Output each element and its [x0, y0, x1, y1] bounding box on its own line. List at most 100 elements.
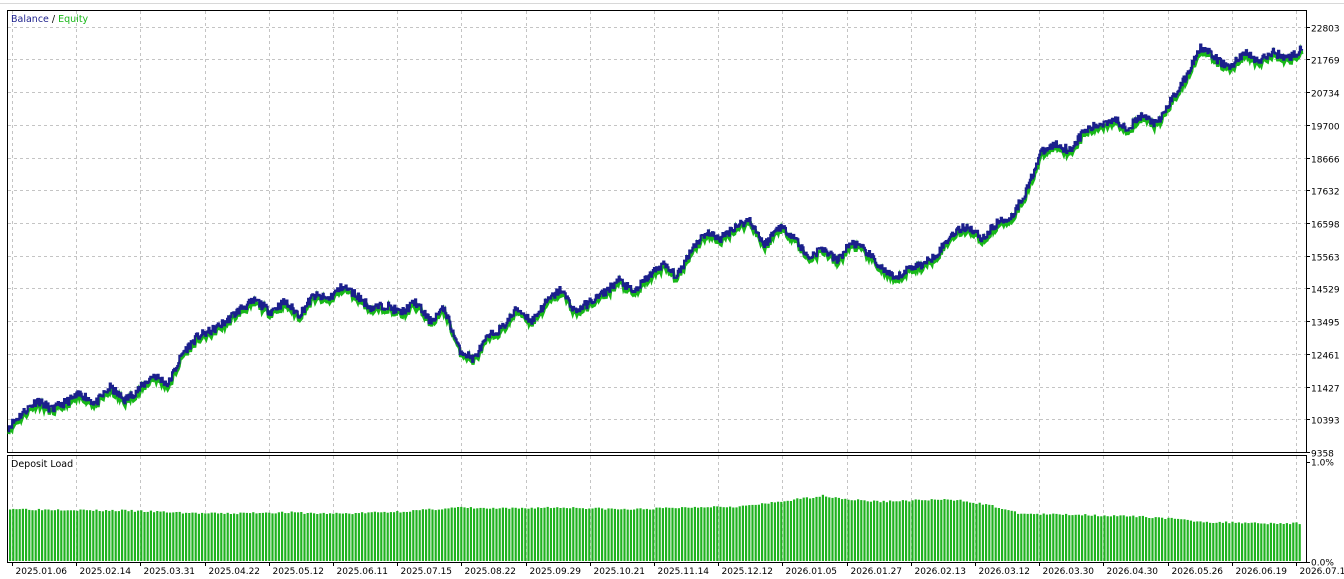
deposit-bar: [799, 499, 801, 561]
deposit-bar: [367, 512, 369, 561]
deposit-bar: [1177, 519, 1179, 561]
deposit-bar: [92, 511, 94, 561]
deposit-bar: [1004, 509, 1006, 561]
deposit-bar: [793, 500, 795, 562]
deposit-bar: [838, 498, 840, 561]
deposit-bar: [1107, 516, 1109, 561]
deposit-bar: [217, 514, 219, 562]
deposit-bar: [819, 497, 821, 561]
deposit-bar: [134, 512, 136, 561]
deposit-bar: [57, 509, 59, 561]
deposit-bar: [83, 510, 85, 561]
deposit-bar: [873, 501, 875, 562]
deposit-bar: [441, 509, 443, 561]
deposit-bar: [227, 513, 229, 561]
deposit-bar: [399, 513, 401, 562]
deposit-bar: [713, 506, 715, 561]
deposit-bar: [1164, 519, 1166, 561]
legend-equity: Equity: [58, 14, 88, 25]
deposit-bar: [1145, 517, 1147, 561]
deposit-bar: [1158, 517, 1160, 561]
deposit-bar: [387, 513, 389, 561]
deposit-bar: [1036, 514, 1038, 561]
deposit-bar: [1235, 523, 1237, 561]
x-tick-label: 2026.07.17: [1300, 567, 1344, 575]
deposit-bar: [313, 513, 315, 561]
deposit-bar: [51, 510, 53, 561]
deposit-bar: [214, 513, 216, 561]
deposit-bar: [588, 509, 590, 562]
deposit-bar: [396, 511, 398, 561]
deposit-bar: [415, 510, 417, 561]
deposit-bar: [284, 513, 286, 561]
deposit-bar: [1094, 515, 1096, 561]
main-y-tick-label: 17632: [1311, 188, 1340, 198]
deposit-bar: [479, 508, 481, 561]
deposit-bar: [729, 507, 731, 561]
deposit-bar: [1129, 516, 1131, 561]
x-tick-label: 2026.02.13: [915, 567, 967, 575]
deposit-bar: [505, 508, 507, 561]
x-tick-label: 2025.07.15: [401, 567, 453, 575]
deposit-bar: [451, 508, 453, 562]
deposit-bar: [815, 497, 817, 561]
deposit-bar: [447, 508, 449, 561]
deposit-bar: [358, 513, 360, 561]
deposit-bar: [703, 508, 705, 562]
deposit-bar: [518, 509, 520, 561]
deposit-bar: [1033, 514, 1035, 561]
deposit-bar: [300, 512, 302, 561]
deposit-bar: [761, 503, 763, 561]
deposit-bar: [1043, 514, 1045, 562]
deposit-bar: [409, 512, 411, 561]
deposit-bar: [646, 509, 648, 561]
deposit-bar: [172, 512, 174, 561]
deposit-bar: [230, 514, 232, 561]
deposit-bar: [748, 505, 750, 561]
deposit-bar: [1046, 515, 1048, 561]
deposit-bar: [41, 510, 43, 561]
deposit-bar: [758, 505, 760, 561]
deposit-bar: [1183, 519, 1185, 561]
main-y-tick-label: 19700: [1311, 123, 1340, 133]
deposit-bar: [979, 503, 981, 561]
deposit-bar: [31, 510, 33, 561]
deposit-bar: [803, 498, 805, 561]
deposit-bar: [895, 501, 897, 561]
deposit-bar: [1007, 510, 1009, 561]
deposit-bar: [879, 502, 881, 561]
deposit-bar: [383, 512, 385, 561]
deposit-bar: [425, 510, 427, 562]
deposit-bar: [691, 508, 693, 561]
deposit-bar: [835, 497, 837, 561]
deposit-bar: [1023, 514, 1025, 561]
deposit-bar: [275, 513, 277, 561]
deposit-bar: [796, 498, 798, 561]
deposit-bar: [547, 507, 549, 561]
deposit-bar: [233, 514, 235, 562]
deposit-bar: [601, 508, 603, 561]
deposit-bar: [1049, 514, 1051, 561]
deposit-bar: [697, 508, 699, 561]
deposit-bar: [131, 510, 133, 561]
deposit-bar: [345, 513, 347, 561]
deposit-bar: [1199, 521, 1201, 561]
deposit-bar: [105, 510, 107, 561]
x-tick-label: 2025.08.22: [465, 567, 517, 575]
deposit-bar: [1100, 516, 1102, 561]
deposit-bar: [662, 508, 664, 561]
deposit-bar: [585, 509, 587, 561]
deposit-bar: [953, 501, 955, 561]
deposit-bar: [198, 514, 200, 561]
deposit-bar: [751, 505, 753, 561]
deposit-bar: [959, 500, 961, 561]
deposit-bar: [598, 508, 600, 561]
deposit-bar: [371, 512, 373, 561]
deposit-bar: [1263, 524, 1265, 562]
x-tick-label: 2026.04.30: [1107, 567, 1159, 575]
deposit-bar: [361, 512, 363, 561]
deposit-bar: [86, 510, 88, 561]
deposit-bar: [422, 509, 424, 561]
deposit-bar: [947, 500, 949, 562]
deposit-bar: [1270, 523, 1272, 561]
